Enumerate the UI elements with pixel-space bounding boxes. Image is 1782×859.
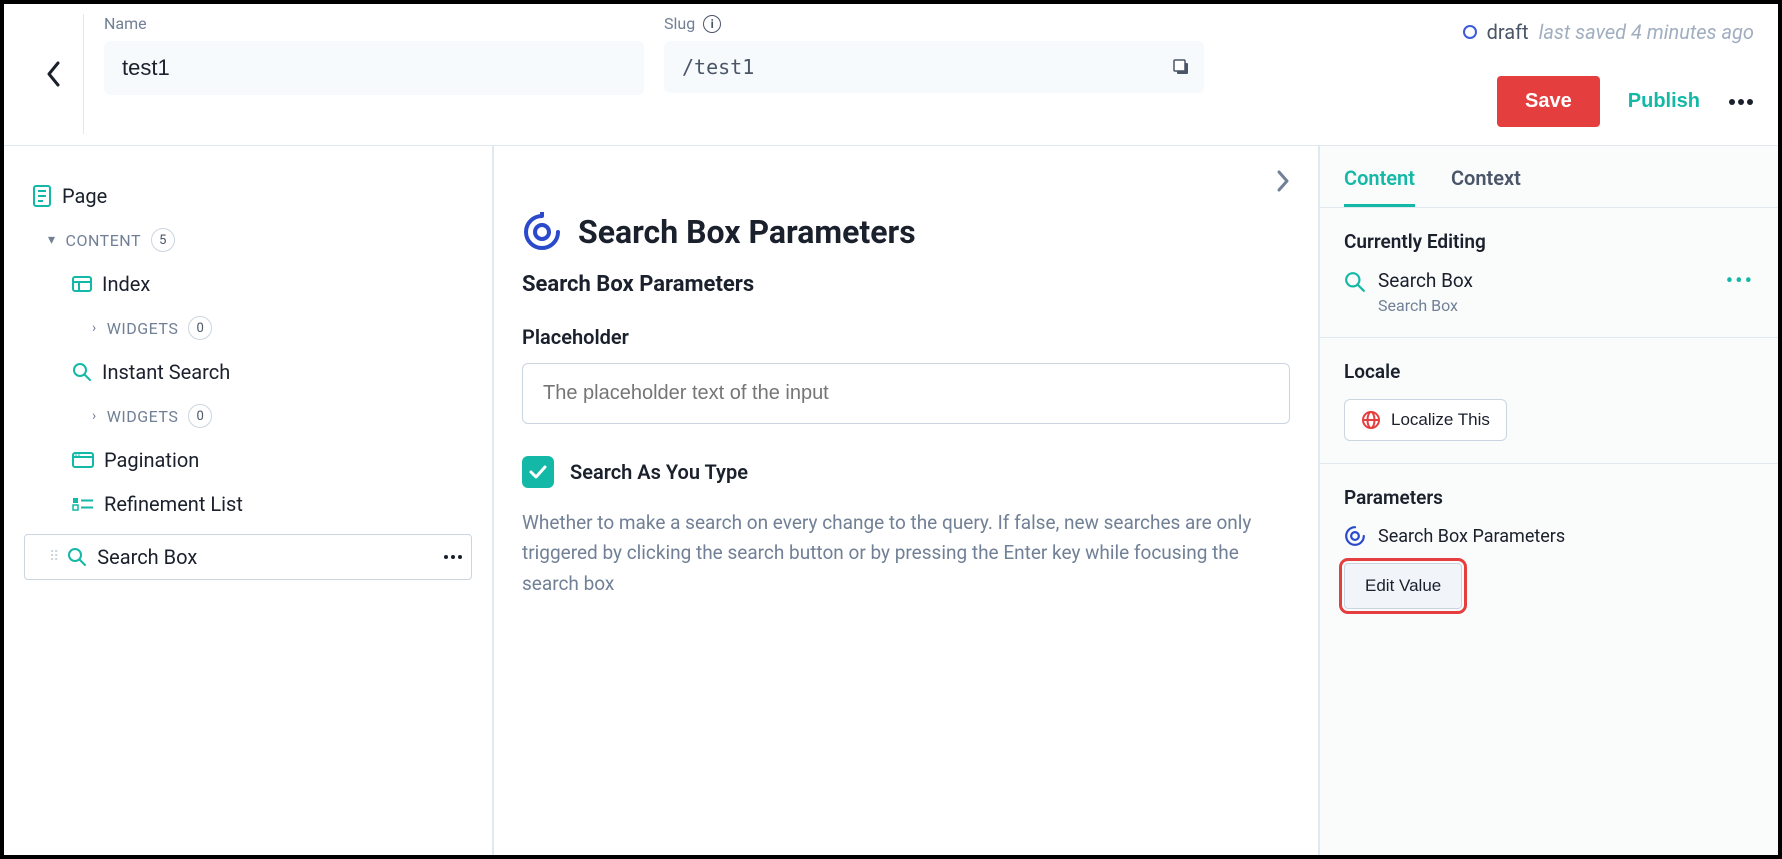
more-menu-button[interactable]	[1728, 98, 1754, 106]
tab-context[interactable]: Context	[1451, 166, 1521, 207]
widgets-count-badge-2: 0	[188, 404, 212, 428]
chevron-right-icon: ›	[92, 408, 97, 424]
placeholder-input[interactable]	[522, 363, 1290, 424]
parameters-section: Parameters Search Box Parameters Edit Va…	[1320, 464, 1778, 631]
locale-section: Locale Localize This	[1320, 338, 1778, 464]
search-icon	[72, 362, 92, 382]
search-as-you-type-help: Whether to make a search on every change…	[522, 508, 1290, 599]
currently-editing-heading: Currently Editing	[1344, 230, 1754, 253]
name-label: Name	[104, 14, 644, 33]
save-button[interactable]: Save	[1497, 76, 1600, 127]
item-more-icon[interactable]	[443, 554, 463, 560]
slug-label-text: Slug	[664, 14, 695, 33]
editing-item-subtitle: Search Box	[1378, 296, 1473, 315]
name-input[interactable]	[104, 41, 644, 95]
refinement-list-label: Refinement List	[104, 492, 243, 516]
right-panel-tabs: Content Context	[1320, 146, 1778, 208]
sidebar-item-index[interactable]: Index	[24, 262, 472, 306]
sidebar: Page ▾ CONTENT 5 Index › WIDGETS 0 Insta…	[4, 146, 494, 855]
action-row: Save Publish	[1497, 76, 1754, 127]
widgets-count-badge: 0	[188, 316, 212, 340]
draft-status-icon	[1463, 25, 1477, 39]
center-panel: Search Box Parameters Search Box Paramet…	[494, 146, 1318, 855]
localize-label: Localize This	[1391, 410, 1490, 430]
center-title-row: Search Box Parameters	[522, 212, 1290, 252]
draft-status-label: draft	[1487, 20, 1529, 44]
slug-field-group: Slug i	[664, 14, 1204, 93]
widgets-label: WIDGETS	[107, 319, 179, 338]
sidebar-item-refinement-list[interactable]: Refinement List	[24, 482, 472, 526]
parameters-heading: Parameters	[1344, 486, 1754, 509]
copy-icon[interactable]	[1172, 58, 1190, 76]
search-icon	[1344, 271, 1366, 293]
drag-handle-icon[interactable]: ⠿	[49, 553, 57, 561]
slug-input[interactable]	[664, 41, 1204, 93]
chevron-right-icon: ›	[92, 320, 97, 336]
name-field-group: Name	[104, 14, 644, 95]
search-as-you-type-label: Search As You Type	[570, 460, 748, 484]
top-bar: Name Slug i draft last saved 4 minutes a…	[4, 4, 1778, 146]
page-label: Page	[62, 184, 107, 208]
widgets-label-2: WIDGETS	[107, 407, 179, 426]
localize-button[interactable]: Localize This	[1344, 399, 1507, 441]
currently-editing-section: Currently Editing Search Box Search Box …	[1320, 208, 1778, 338]
placeholder-label: Placeholder	[522, 325, 1290, 349]
search-as-you-type-row: Search As You Type	[522, 456, 1290, 488]
sidebar-item-page[interactable]: Page	[24, 174, 472, 218]
parameters-item-row: Search Box Parameters	[1344, 525, 1754, 547]
center-title: Search Box Parameters	[578, 213, 916, 251]
center-subtitle: Search Box Parameters	[522, 272, 1290, 297]
pagination-label: Pagination	[104, 448, 199, 472]
chevron-left-icon	[46, 61, 62, 87]
page-icon	[32, 185, 52, 207]
content-count-badge: 5	[151, 228, 175, 252]
search-icon	[67, 547, 87, 567]
edit-value-button[interactable]: Edit Value	[1344, 563, 1462, 609]
check-icon	[529, 465, 547, 479]
locale-heading: Locale	[1344, 360, 1754, 383]
sidebar-content-group[interactable]: ▾ CONTENT 5	[24, 218, 472, 262]
refinement-list-icon	[72, 497, 94, 511]
chevron-right-icon	[1276, 170, 1290, 192]
pagination-icon	[72, 452, 94, 468]
dots-horizontal-icon	[443, 554, 463, 560]
algolia-logo-icon	[522, 212, 562, 252]
status-row: draft last saved 4 minutes ago	[1463, 20, 1754, 44]
tab-content[interactable]: Content	[1344, 166, 1415, 207]
algolia-logo-icon	[1344, 525, 1366, 547]
collapse-panel-button[interactable]	[1276, 170, 1290, 192]
last-saved-label: last saved 4 minutes ago	[1539, 20, 1754, 44]
chevron-down-icon: ▾	[48, 232, 56, 248]
slug-label: Slug i	[664, 14, 1204, 33]
sidebar-widgets-group-1[interactable]: › WIDGETS 0	[24, 306, 472, 350]
sidebar-item-instant-search[interactable]: Instant Search	[24, 350, 472, 394]
info-icon[interactable]: i	[703, 15, 721, 33]
right-panel: Content Context Currently Editing Search…	[1318, 146, 1778, 855]
sidebar-item-pagination[interactable]: Pagination	[24, 438, 472, 482]
main-area: Page ▾ CONTENT 5 Index › WIDGETS 0 Insta…	[4, 146, 1778, 855]
index-icon	[72, 276, 92, 292]
globe-icon	[1361, 410, 1381, 430]
search-box-label: Search Box	[97, 545, 197, 569]
editing-item-more-button[interactable]: •••	[1726, 269, 1754, 294]
instant-search-label: Instant Search	[102, 360, 230, 384]
parameters-item-label: Search Box Parameters	[1378, 526, 1565, 547]
sidebar-item-search-box[interactable]: ⠿ Search Box	[24, 534, 472, 580]
search-as-you-type-checkbox[interactable]	[522, 456, 554, 488]
index-label: Index	[102, 272, 150, 296]
publish-button[interactable]: Publish	[1628, 90, 1700, 113]
dots-horizontal-icon	[1728, 98, 1754, 106]
back-button[interactable]	[24, 14, 84, 134]
content-group-label: CONTENT	[66, 231, 141, 250]
editing-item-title: Search Box	[1378, 269, 1473, 292]
sidebar-widgets-group-2[interactable]: › WIDGETS 0	[24, 394, 472, 438]
